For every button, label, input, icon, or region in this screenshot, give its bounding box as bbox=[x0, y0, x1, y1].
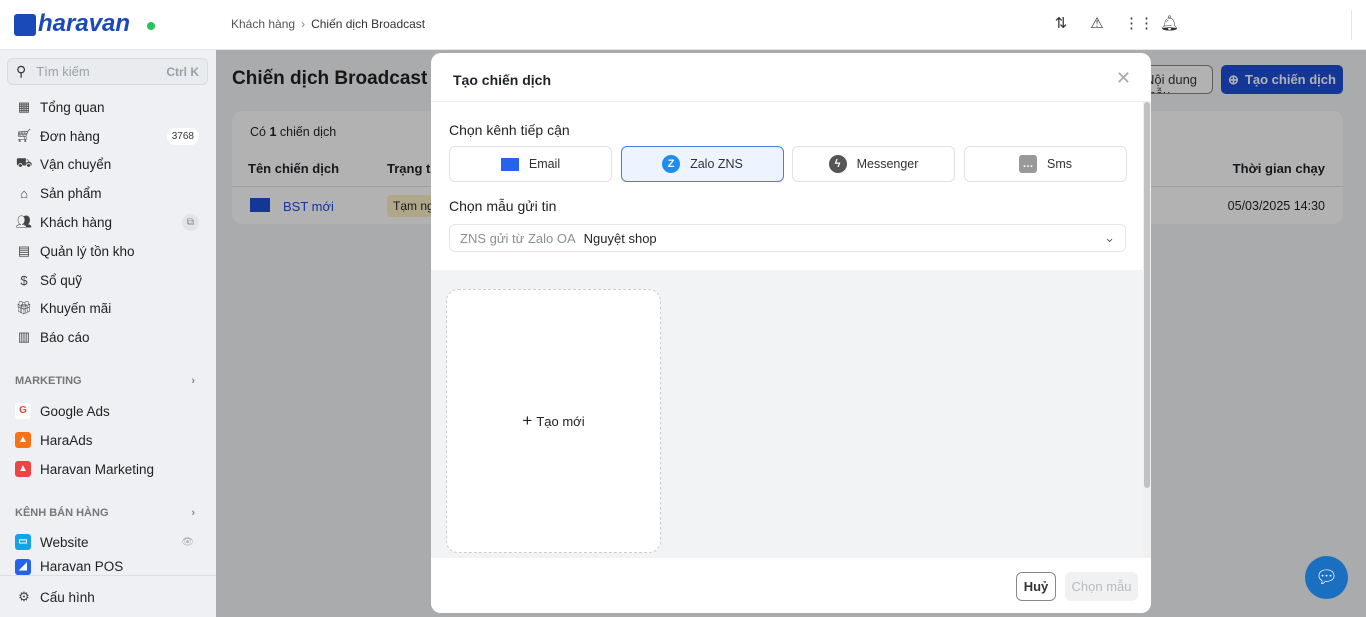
box-icon: ▤ bbox=[17, 243, 31, 258]
search-input[interactable]: ⚲ Tìm kiếm Ctrl K bbox=[7, 58, 208, 85]
pos-icon: ◢ bbox=[15, 559, 31, 575]
sidebar-item-promotions[interactable]: 🎁︎ Khuyến mãi bbox=[0, 294, 216, 322]
sidebar-item-settings[interactable]: ⚙ Cấu hình bbox=[0, 583, 216, 611]
search-icon: ⚲ bbox=[16, 63, 27, 79]
orders-count-badge: 3768 bbox=[166, 127, 199, 145]
email-icon bbox=[500, 157, 519, 171]
marketing-section[interactable]: MARKETING › bbox=[15, 375, 195, 387]
dollar-icon: $ bbox=[20, 272, 28, 288]
users-icon: 👥︎ bbox=[15, 214, 33, 229]
sidebar-item-shipping[interactable]: ⛟ Vận chuyển bbox=[0, 150, 216, 178]
channel-label: Chọn kênh tiếp cận bbox=[449, 122, 570, 138]
breadcrumb: Khách hàng › Chiến dịch Broadcast bbox=[231, 17, 426, 31]
template-label: Chọn mẫu gửi tin bbox=[449, 198, 557, 214]
cancel-button[interactable]: Huỷ bbox=[1016, 572, 1056, 601]
breadcrumb-current: Chiến dịch Broadcast bbox=[311, 17, 426, 31]
channel-messenger[interactable]: ϟ Messenger bbox=[792, 146, 955, 182]
open-window-icon[interactable]: ⧉ bbox=[181, 213, 199, 231]
feedback-icon[interactable]: ⚠ bbox=[1088, 15, 1106, 33]
gift-icon: 🎁︎ bbox=[15, 300, 33, 315]
chevron-right-icon: › bbox=[191, 507, 195, 519]
sidebar-item-products[interactable]: ⌂ Sản phẩm bbox=[0, 179, 216, 207]
modal-footer: Huỷ Chọn mẫu bbox=[431, 558, 1151, 613]
cart-icon: 🛒︎ bbox=[15, 128, 33, 143]
channel-email[interactable]: Email bbox=[449, 146, 612, 182]
sidebar-item-reports[interactable]: ▥ Báo cáo bbox=[0, 323, 216, 351]
eye-icon[interactable]: 👁︎ bbox=[176, 534, 199, 551]
plus-icon: + bbox=[522, 411, 533, 430]
sms-icon: … bbox=[1019, 155, 1037, 173]
zalo-icon: Z bbox=[662, 155, 681, 173]
sidebar-item-inventory[interactable]: ▤ Quản lý tồn kho bbox=[0, 237, 216, 265]
chevron-down-icon: ⌄ bbox=[1104, 230, 1115, 245]
channel-zalo-zns[interactable]: Z Zalo ZNS bbox=[621, 146, 784, 182]
channel-sms[interactable]: … Sms bbox=[964, 146, 1127, 182]
divider bbox=[1351, 10, 1352, 40]
close-icon[interactable]: ✕ bbox=[1116, 68, 1131, 89]
template-list: + Tạo mới bbox=[431, 270, 1143, 558]
chat-support-button[interactable]: 💬︎ bbox=[1305, 556, 1348, 599]
sidebar: ⚲ Tìm kiếm Ctrl K ▦ Tổng quan 🛒︎ Đơn hàng 376… bbox=[0, 50, 216, 617]
sidebar-item-website[interactable]: ▭ Website 👁︎ bbox=[0, 528, 216, 556]
chart-icon: ▥ bbox=[17, 329, 31, 344]
online-status-dot bbox=[147, 22, 155, 30]
sidebar-item-cashbook[interactable]: $ Sổ quỹ bbox=[0, 266, 216, 294]
create-campaign-modal: Tạo chiến dịch ✕ Chọn kênh tiếp cận Emai… bbox=[431, 53, 1151, 613]
haraads-icon: ▲ bbox=[15, 432, 31, 448]
bell-icon[interactable]: 🔔︎ bbox=[1160, 15, 1179, 33]
dashboard-icon: ▦ bbox=[17, 99, 31, 114]
apps-grid-icon[interactable]: ⋮⋮ bbox=[1124, 15, 1154, 33]
sidebar-item-google-ads[interactable]: G Google Ads bbox=[0, 397, 216, 425]
choose-template-button[interactable]: Chọn mẫu bbox=[1065, 572, 1138, 601]
breadcrumb-khach-hang[interactable]: Khách hàng bbox=[231, 17, 295, 31]
modal-title: Tạo chiến dịch bbox=[431, 53, 1151, 102]
gear-icon: ⚙ bbox=[18, 589, 30, 604]
google-icon: G bbox=[15, 403, 31, 419]
sales-channels-section[interactable]: KÊNH BÁN HÀNG › bbox=[15, 507, 195, 519]
sync-icon[interactable]: ⇅ bbox=[1052, 15, 1070, 33]
sidebar-item-customers[interactable]: 👥︎ Khách hàng ⧉ bbox=[0, 208, 216, 236]
sidebar-item-pos[interactable]: ◢ Haravan POS bbox=[0, 557, 216, 575]
sidebar-item-haravan-marketing[interactable]: ▲ Haravan Marketing bbox=[0, 455, 216, 483]
website-icon: ▭ bbox=[15, 534, 31, 550]
modal-scrollbar[interactable] bbox=[1143, 102, 1151, 558]
sidebar-item-haraads[interactable]: ▲ HaraAds bbox=[0, 426, 216, 454]
haravan-marketing-icon: ▲ bbox=[15, 461, 31, 477]
truck-icon: ⛟ bbox=[15, 155, 33, 170]
sidebar-item-overview[interactable]: ▦ Tổng quan bbox=[0, 93, 216, 121]
zalo-oa-select[interactable]: ZNS gửi từ Zalo OA Nguyệt shop ⌄ bbox=[449, 224, 1126, 252]
create-new-template-card[interactable]: + Tạo mới bbox=[446, 289, 661, 553]
chevron-right-icon: › bbox=[191, 375, 195, 387]
top-bar: haravan Khách hàng › Chiến dịch Broadcast … bbox=[0, 0, 1366, 50]
haravan-logo[interactable]: haravan bbox=[14, 10, 130, 38]
messenger-icon: ϟ bbox=[828, 155, 847, 173]
sidebar-item-orders[interactable]: 🛒︎ Đơn hàng 3768 bbox=[0, 122, 216, 150]
tag-icon: ⌂ bbox=[20, 185, 28, 201]
